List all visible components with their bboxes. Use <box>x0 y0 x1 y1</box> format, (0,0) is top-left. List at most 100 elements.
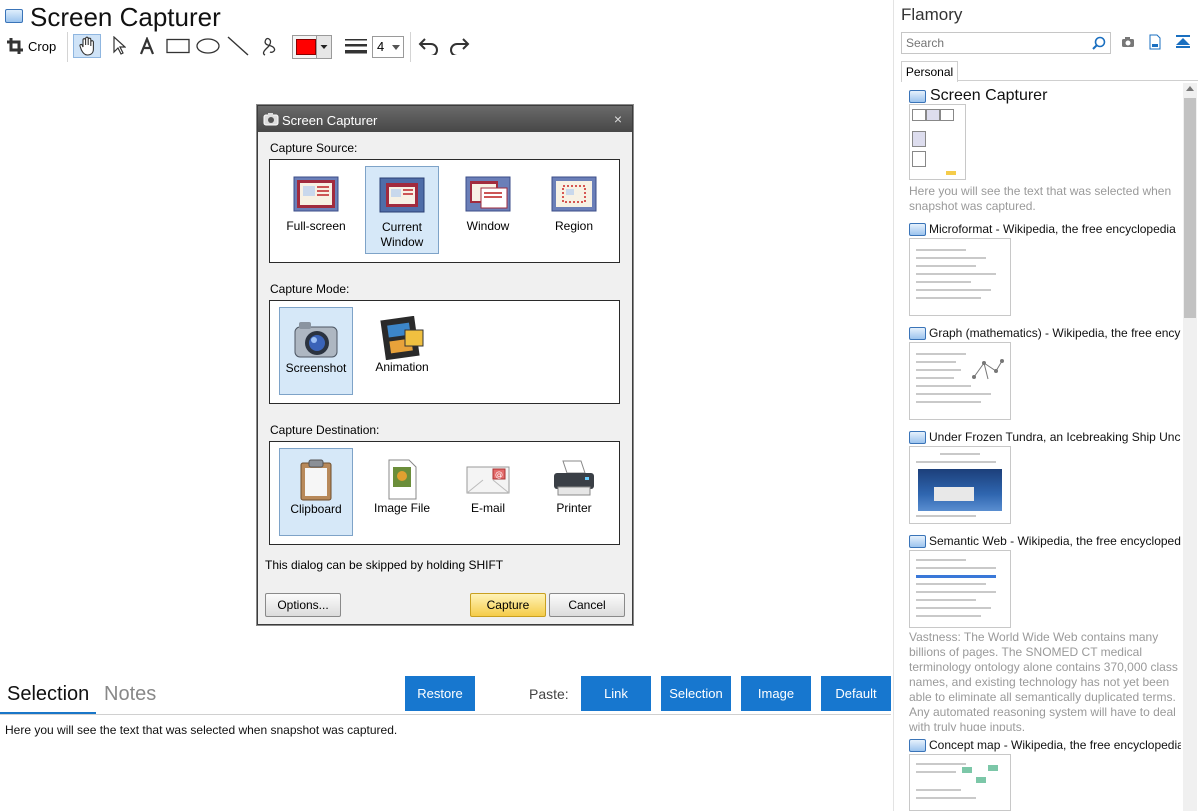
scroll-up-arrow[interactable] <box>1186 86 1194 91</box>
source-window-label: Window <box>466 219 510 233</box>
capture-mode-group: Screenshot Animation <box>269 300 620 404</box>
cursor-arrow-icon <box>113 36 126 55</box>
paste-link-button[interactable]: Link <box>581 676 651 711</box>
dest-clipboard-option[interactable]: Clipboard <box>279 448 353 536</box>
capture-dialog: Screen Capturer × Capture Source: Full-s… <box>257 105 633 625</box>
rectangle-tool-button[interactable] <box>164 34 192 58</box>
search-box[interactable] <box>901 32 1111 54</box>
history-item-title[interactable]: Concept map - Wikipedia, the free encycl… <box>929 738 1181 752</box>
dialog-titlebar[interactable]: Screen Capturer × <box>258 106 632 132</box>
page-icon <box>909 90 926 103</box>
source-current-window-label: Current Window <box>380 220 424 249</box>
capture-source-label: Capture Source: <box>270 141 358 155</box>
dest-email-option[interactable]: @ E-mail <box>451 448 525 536</box>
collapse-top-icon[interactable] <box>1175 34 1191 50</box>
region-icon <box>551 175 597 215</box>
color-dropdown[interactable] <box>316 36 331 58</box>
window-icon <box>465 175 511 215</box>
paste-image-button[interactable]: Image <box>741 676 811 711</box>
color-picker-button[interactable] <box>292 35 332 59</box>
history-item-thumbnail[interactable] <box>909 550 1011 628</box>
history-item-title[interactable]: Semantic Web - Wikipedia, the free encyc… <box>929 534 1181 548</box>
toolbar-divider <box>410 32 411 62</box>
rectangle-icon <box>166 38 190 54</box>
camera-icon[interactable] <box>1121 36 1135 48</box>
color-swatch <box>296 39 316 55</box>
source-fullscreen-label: Full-screen <box>286 219 346 233</box>
dialog-close-button[interactable]: × <box>614 111 622 127</box>
history-item-title[interactable]: Screen Capturer <box>930 87 1047 105</box>
search-icon[interactable] <box>1092 36 1106 50</box>
dest-printer-option[interactable]: Printer <box>537 448 611 536</box>
svg-text:@: @ <box>495 470 503 479</box>
app-icon <box>5 9 23 23</box>
capture-destination-label: Capture Destination: <box>270 423 380 437</box>
selection-text: Here you will see the text that was sele… <box>5 723 398 737</box>
page-icon <box>909 223 926 236</box>
source-window-option[interactable]: Window <box>451 166 525 254</box>
scrollbar-thumb[interactable] <box>1184 98 1196 318</box>
dest-email-label: E-mail <box>470 501 505 515</box>
capture-mode-label: Capture Mode: <box>270 282 350 296</box>
mode-animation-option[interactable]: Animation <box>365 307 439 395</box>
panel-divider <box>893 0 894 811</box>
mode-screenshot-label: Screenshot <box>285 361 347 375</box>
chevron-down-icon <box>392 45 400 50</box>
search-input[interactable] <box>904 35 1088 51</box>
tab-divider <box>0 714 891 715</box>
capture-button[interactable]: Capture <box>470 593 546 617</box>
camera-app-icon <box>263 113 279 126</box>
history-item-thumbnail[interactable] <box>909 104 966 180</box>
line-width-icon-button[interactable] <box>343 34 369 58</box>
tab-notes[interactable]: Notes <box>104 683 156 706</box>
select-tool-button[interactable] <box>108 34 130 58</box>
page-icon <box>909 535 926 548</box>
line-width-select[interactable]: 4 <box>372 36 404 58</box>
current-window-icon <box>379 176 425 216</box>
email-envelope-icon: @ <box>465 457 511 497</box>
text-a-icon <box>139 37 155 55</box>
crop-icon <box>7 38 23 54</box>
printer-icon <box>551 457 597 497</box>
text-tool-button[interactable] <box>136 34 158 58</box>
freehand-icon <box>262 37 276 56</box>
paste-selection-button[interactable]: Selection <box>661 676 731 711</box>
line-width-value: 4 <box>377 39 385 54</box>
history-item-description: Vastness: The World Wide Web contains ma… <box>909 630 1178 731</box>
scrollbar[interactable] <box>1183 83 1197 811</box>
crop-button[interactable]: Crop <box>6 34 56 58</box>
paste-default-button[interactable]: Default <box>821 676 891 711</box>
dialog-hint-text: This dialog can be skipped by holding SH… <box>265 558 504 572</box>
ellipse-icon <box>196 38 220 54</box>
history-item-title[interactable]: Graph (mathematics) - Wikipedia, the fre… <box>929 326 1181 340</box>
fullscreen-icon <box>293 175 339 215</box>
image-file-icon <box>379 457 425 500</box>
cancel-button[interactable]: Cancel <box>549 593 625 617</box>
history-item-thumbnail[interactable] <box>909 342 1011 420</box>
redo-button[interactable] <box>447 34 471 58</box>
mode-screenshot-option[interactable]: Screenshot <box>279 307 353 395</box>
history-item-thumbnail[interactable] <box>909 754 1011 811</box>
restore-button[interactable]: Restore <box>405 676 475 711</box>
dest-clipboard-label: Clipboard <box>290 502 342 516</box>
undo-button[interactable] <box>417 34 441 58</box>
ellipse-tool-button[interactable] <box>194 34 222 58</box>
source-region-option[interactable]: Region <box>537 166 611 254</box>
history-item-title[interactable]: Microformat - Wikipedia, the free encycl… <box>929 222 1181 236</box>
source-fullscreen-option[interactable]: Full-screen <box>279 166 353 254</box>
history-item-title[interactable]: Under Frozen Tundra, an Icebreaking Ship… <box>929 430 1181 444</box>
paste-label: Paste: <box>529 686 569 702</box>
tab-selection[interactable]: Selection <box>7 683 89 706</box>
tab-personal[interactable]: Personal <box>901 61 958 82</box>
line-tool-button[interactable] <box>225 34 251 58</box>
dest-image-file-option[interactable]: Image File <box>365 448 439 536</box>
history-item-thumbnail[interactable] <box>909 238 1011 316</box>
freehand-tool-button[interactable] <box>256 34 280 58</box>
source-current-window-option[interactable]: Current Window <box>365 166 439 254</box>
history-item-thumbnail[interactable] <box>909 446 1011 524</box>
document-icon[interactable] <box>1149 34 1161 50</box>
redo-icon <box>450 38 470 55</box>
options-button[interactable]: Options... <box>265 593 341 617</box>
app-title: Screen Capturer <box>30 2 221 32</box>
pan-tool-button[interactable] <box>73 34 101 58</box>
